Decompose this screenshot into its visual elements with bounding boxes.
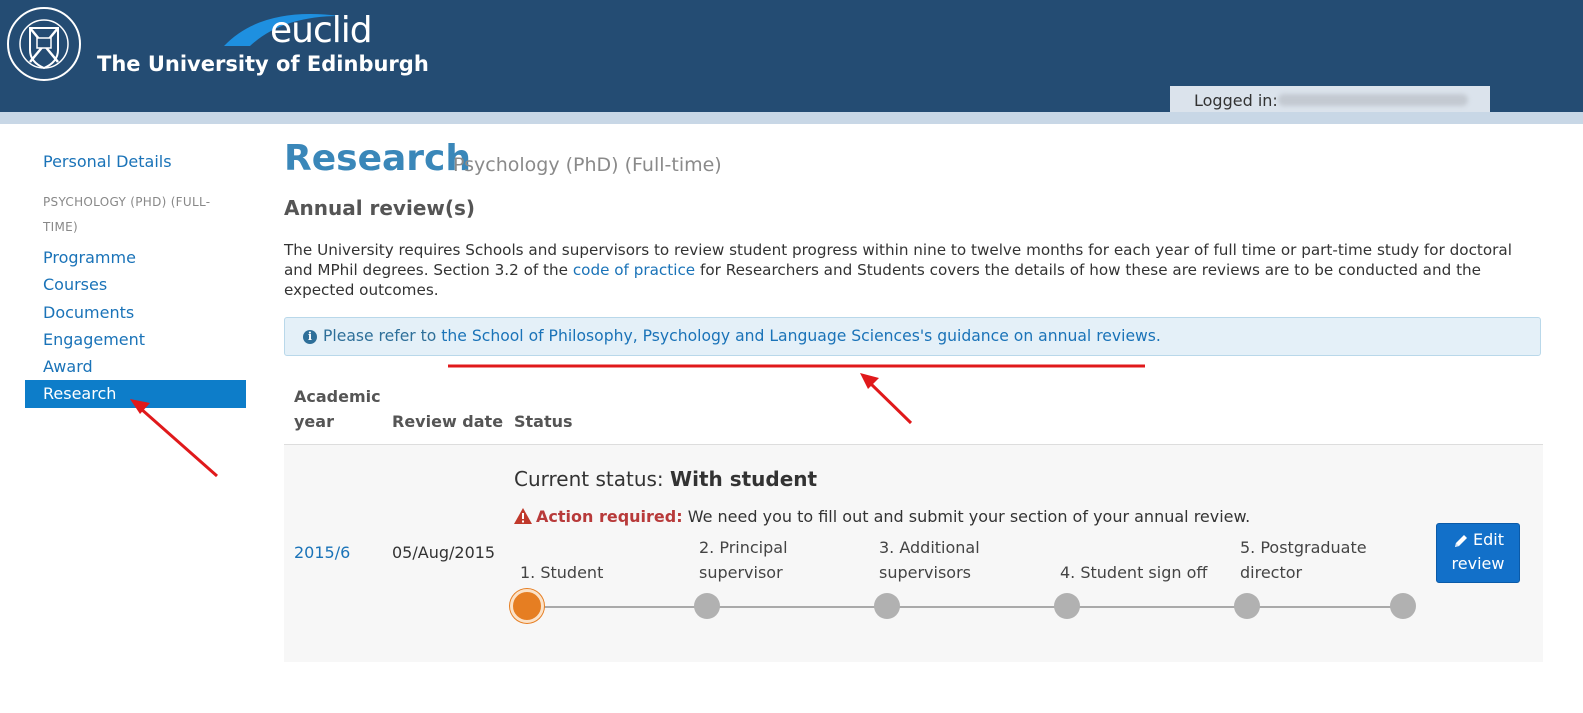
warning-icon [514, 508, 532, 524]
column-header-academic-year: Academic year [294, 387, 381, 431]
brand-name: euclid [270, 10, 373, 51]
guidance-link[interactable]: the School of Philosophy, Psychology and… [441, 327, 1161, 345]
academic-year-link[interactable]: 2015/6 [294, 543, 350, 562]
university-crest-icon [7, 7, 81, 81]
step-dot-pending [1054, 593, 1080, 619]
step-dot-pending [694, 593, 720, 619]
sidebar-item-documents[interactable]: Documents [43, 303, 134, 322]
current-status-value: With student [670, 467, 818, 491]
action-required-text: We need you to fill out and submit your … [682, 507, 1251, 526]
step-dot-pending [1234, 593, 1260, 619]
step-label-student: 1. Student [520, 563, 604, 582]
logged-in-tab: Logged in: [1170, 86, 1490, 112]
sidebar-section-label: PSYCHOLOGY (PHD) (FULL-TIME) [43, 195, 211, 234]
step-dot-current [510, 589, 544, 623]
annotation-arrow-research [130, 399, 218, 478]
step-label-additional-supervisors: 3. Additional supervisors [879, 538, 980, 582]
intro-paragraph: The University requires Schools and supe… [284, 240, 1534, 300]
page-subtitle: Psychology (PhD) (Full-time) [453, 154, 722, 176]
progress-track [528, 606, 1403, 608]
column-header-review-date: Review date [392, 412, 504, 431]
info-icon: i [303, 330, 317, 344]
step-dot-pending [1390, 593, 1416, 619]
pencil-icon [1455, 535, 1467, 547]
step-label-principal-supervisor: 2. Principal supervisor [699, 538, 788, 582]
code-of-practice-link[interactable]: code of practice [573, 261, 695, 279]
info-prefix: Please refer to [323, 327, 442, 345]
info-text: Please refer to the School of Philosophy… [323, 327, 1161, 345]
sidebar-item-research[interactable]: Research [25, 380, 246, 408]
edit-review-label-2: review [1451, 554, 1505, 573]
site-header: euclid The University of Edinburgh Logge… [0, 0, 1583, 112]
university-name: The University of Edinburgh [97, 52, 429, 76]
logged-in-label: Logged in: [1194, 91, 1278, 110]
sidebar-item-programme[interactable]: Programme [43, 248, 136, 267]
edit-review-label-1: Edit [1473, 530, 1504, 549]
sidebar-item-personal-details[interactable]: Personal Details [43, 152, 172, 171]
page-title: Research [284, 138, 471, 179]
section-heading: Annual review(s) [284, 196, 476, 220]
action-required-message: Action required: We need you to fill out… [514, 507, 1250, 526]
sidebar-item-engagement[interactable]: Engagement [43, 330, 145, 349]
sidebar-item-award[interactable]: Award [43, 357, 93, 376]
review-date: 05/Aug/2015 [392, 543, 496, 562]
step-label-student-sign-off: 4. Student sign off [1060, 563, 1208, 582]
current-status-label: Current status: [514, 467, 671, 491]
logged-in-user-redacted [1278, 94, 1468, 106]
step-label-postgraduate-director: 5. Postgraduate director [1240, 538, 1367, 582]
guidance-info-box: i Please refer to the School of Philosop… [284, 317, 1541, 356]
column-header-status: Status [514, 412, 573, 431]
sidebar-item-research-label: Research [43, 384, 117, 403]
action-required-label: Action required: [536, 507, 683, 526]
edit-review-button[interactable]: Edit review [1436, 523, 1520, 583]
annotation-arrow-guidance [860, 373, 913, 425]
header-strip [0, 112, 1583, 124]
current-status: Current status: With student [514, 467, 817, 491]
sidebar-item-courses[interactable]: Courses [43, 275, 107, 294]
step-dot-pending [874, 593, 900, 619]
